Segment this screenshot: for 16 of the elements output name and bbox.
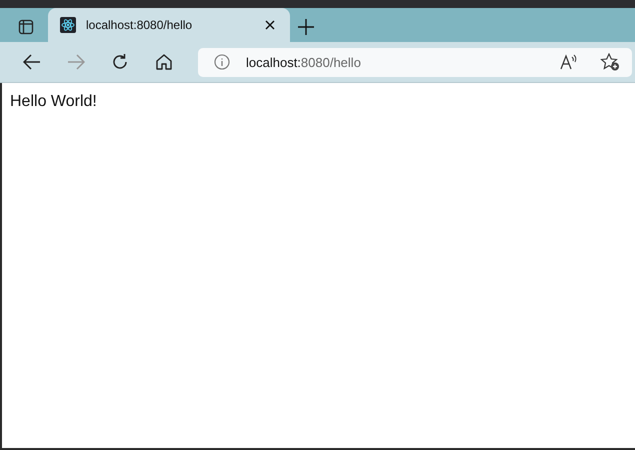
close-icon	[265, 20, 275, 30]
home-icon	[155, 53, 173, 71]
tab-title: localhost:8080/hello	[86, 18, 194, 32]
favorites-button[interactable]	[598, 51, 622, 73]
plus-icon	[298, 19, 314, 35]
browser-tab[interactable]: localhost:8080/hello	[48, 8, 290, 42]
forward-arrow-icon	[67, 54, 85, 70]
refresh-icon	[111, 53, 129, 71]
address-bar[interactable]: localhost:8080/hello	[198, 48, 632, 76]
page-text: Hello World!	[10, 93, 98, 111]
star-plus-icon	[600, 53, 620, 71]
info-icon	[214, 54, 230, 70]
back-arrow-icon	[23, 54, 41, 70]
url-text: localhost:8080/hello	[246, 54, 361, 70]
tab-panel-icon	[18, 19, 34, 35]
atom-icon	[60, 17, 76, 33]
